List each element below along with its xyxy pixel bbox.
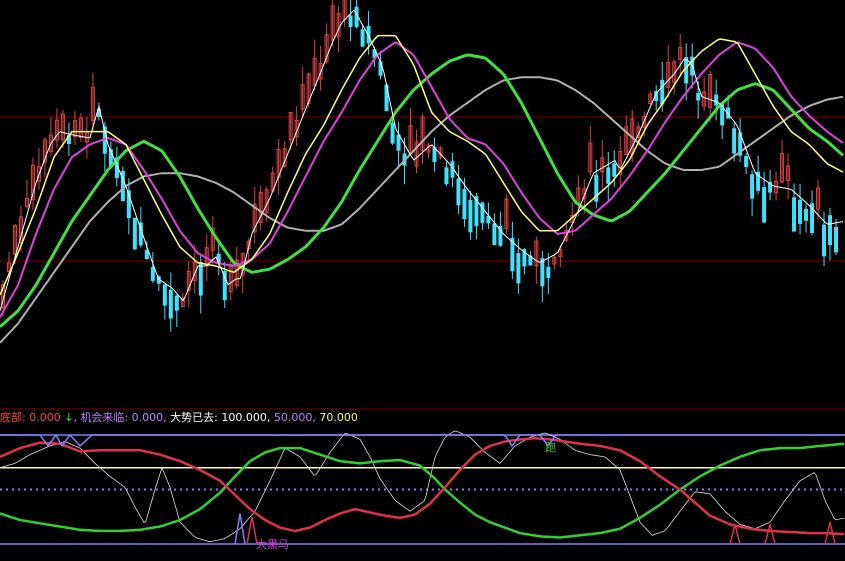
candle-body xyxy=(168,289,173,319)
candle-body xyxy=(546,266,551,279)
candle-body xyxy=(348,15,353,27)
legend-trend-gone-value: 100.000, xyxy=(221,411,271,424)
candle-body xyxy=(462,189,467,220)
candle-body xyxy=(432,147,437,162)
candle-body xyxy=(360,29,365,47)
candle-body xyxy=(606,167,611,184)
legend-mid-value: 50.000, xyxy=(273,411,316,424)
candle-body xyxy=(144,250,149,260)
candle-body xyxy=(822,224,827,257)
candle-body xyxy=(516,253,521,284)
candle-body xyxy=(762,187,767,223)
legend-separator: , xyxy=(73,411,77,424)
candle-body xyxy=(792,197,797,232)
run-label: 跑 xyxy=(545,440,556,454)
candle-body xyxy=(828,215,833,246)
legend-opportunity-label: 机会来临: xyxy=(80,411,129,424)
candle-body xyxy=(492,223,497,246)
legend-bottom-value: 0.000 xyxy=(29,411,61,424)
candle-body xyxy=(396,134,401,151)
candle-body xyxy=(456,178,461,206)
candle-body xyxy=(198,262,203,296)
candle-body xyxy=(714,94,719,106)
candle-body xyxy=(174,295,179,311)
candle-body xyxy=(798,199,803,224)
candle-body xyxy=(684,57,689,84)
candle-body xyxy=(750,174,755,199)
chart-background xyxy=(0,0,845,561)
stock-chart: 跑 大黑马 xyxy=(0,0,845,561)
legend-opportunity-value: 0.000 xyxy=(131,411,164,424)
legend-yellow-value: 70.000 xyxy=(319,411,358,424)
candle-body xyxy=(390,122,395,144)
candle-body xyxy=(834,227,839,253)
candle-body xyxy=(696,92,701,101)
indicator-legend: 底部: 0.000 ↓, 机会来临: 0.000, 大势已去: 100.000,… xyxy=(0,411,358,425)
candle-body xyxy=(132,217,137,250)
candle-body xyxy=(540,258,545,287)
candle-body xyxy=(444,167,449,185)
candle-body xyxy=(732,128,737,154)
legend-bottom-label: 底部: xyxy=(0,411,26,424)
candle-body xyxy=(150,266,155,281)
legend-separator: , xyxy=(163,411,167,424)
candle-body xyxy=(660,79,665,105)
candle-body xyxy=(162,284,167,306)
down-arrow-icon: ↓ xyxy=(64,411,74,424)
candle-body xyxy=(468,199,473,233)
legend-trend-gone-label: 大势已去: xyxy=(170,411,218,424)
dark-horse-label: 大黑马 xyxy=(256,537,289,551)
candle-body xyxy=(612,163,617,177)
candle-body xyxy=(804,208,809,221)
candle-body xyxy=(744,156,749,167)
